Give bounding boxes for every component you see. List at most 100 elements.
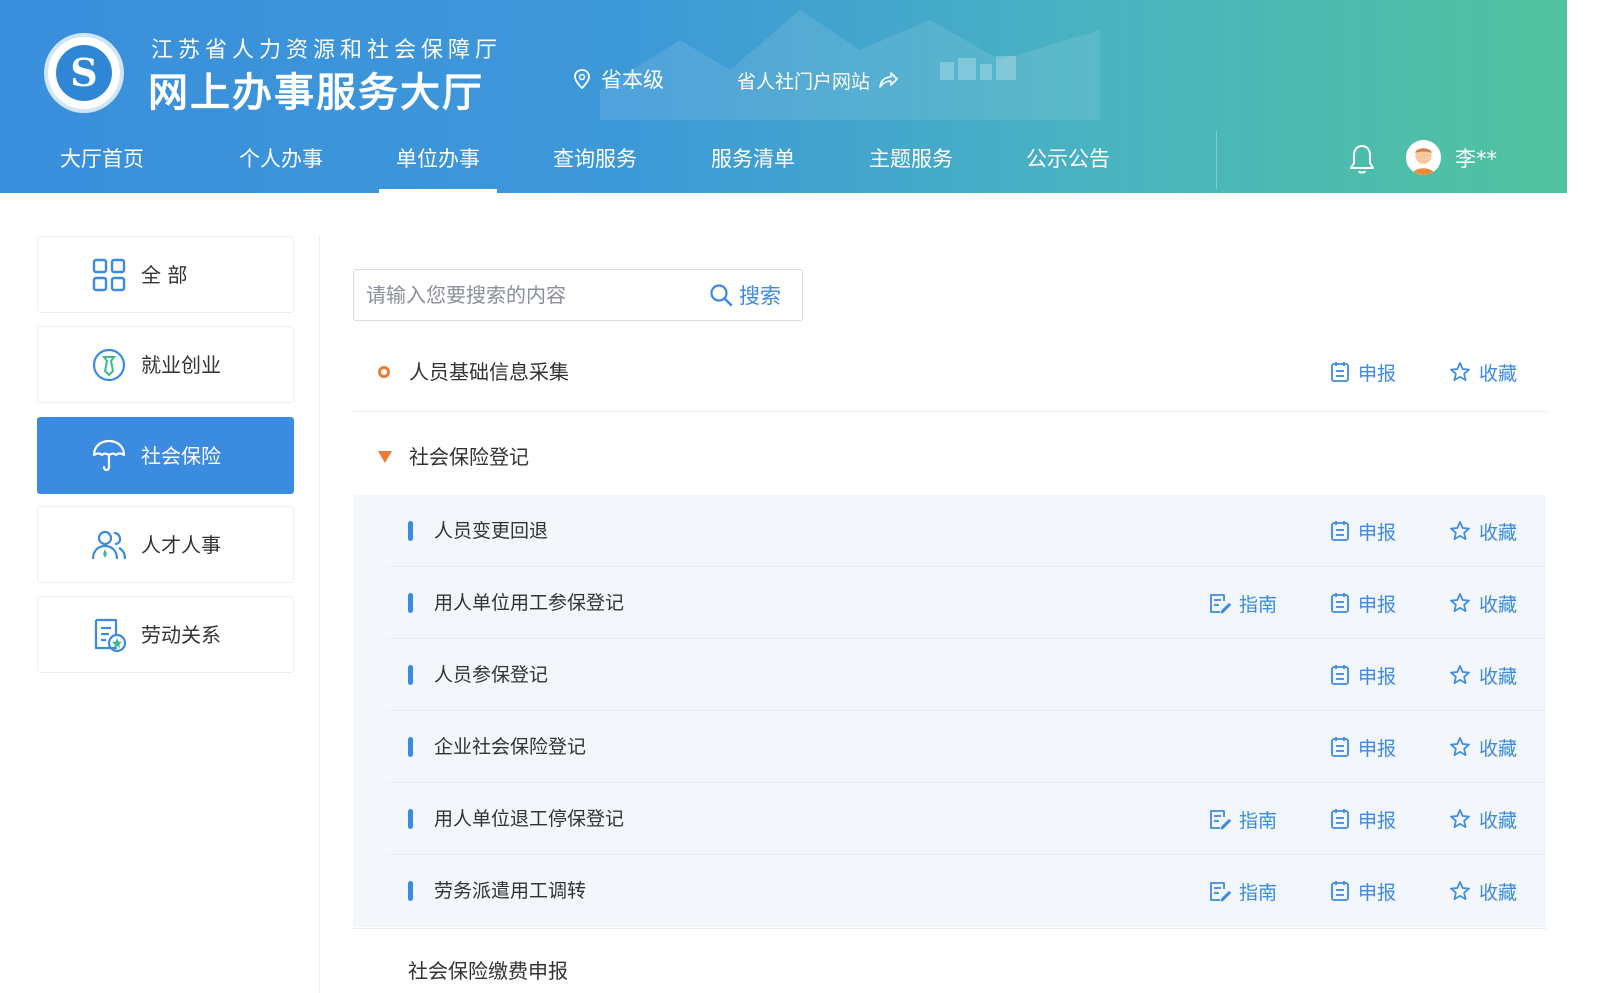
nav-divider: [1216, 131, 1217, 189]
portal-label: 省人社门户网站: [737, 70, 871, 93]
avatar[interactable]: [1406, 140, 1441, 175]
item-name[interactable]: 用人单位用工参保登记: [434, 567, 624, 639]
item-name[interactable]: 用人单位退工停保登记: [434, 783, 624, 855]
guide-button[interactable]: 指南: [1209, 567, 1277, 639]
table-row: 劳务派遣用工调转 指南 申报 收藏: [353, 855, 1546, 927]
search-icon: [710, 284, 733, 307]
apply-button[interactable]: 申报: [1330, 639, 1396, 711]
favorite-button[interactable]: 收藏: [1449, 567, 1517, 639]
umbrella-icon: [92, 439, 126, 472]
bullet-dot: [378, 366, 390, 378]
item-name[interactable]: 人员参保登记: [434, 639, 548, 711]
sidebar-item-all[interactable]: 全 部: [37, 236, 294, 313]
nav-theme[interactable]: 主题服务: [852, 127, 970, 193]
favorite-button[interactable]: 收藏: [1449, 336, 1517, 408]
list-item: 人员基础信息采集 申报 收藏: [353, 336, 1546, 412]
table-row: 用人单位退工停保登记 指南 申报 收藏: [353, 783, 1546, 855]
favorite-button[interactable]: 收藏: [1449, 639, 1517, 711]
star-icon: [1450, 362, 1470, 382]
guide-button[interactable]: 指南: [1209, 855, 1277, 927]
group-name: 社会保险登记: [409, 445, 529, 469]
bar-marker: [408, 809, 413, 829]
guide-button[interactable]: 指南: [1209, 783, 1277, 855]
search-button-label: 搜索: [739, 284, 781, 308]
bar-marker: [408, 737, 413, 757]
nav-query[interactable]: 查询服务: [536, 127, 654, 193]
search-box: 搜索: [353, 269, 803, 321]
nav-notice[interactable]: 公示公告: [1009, 127, 1127, 193]
share-arrow-icon: [879, 72, 898, 88]
location-pin-icon: [574, 69, 590, 89]
sidebar-item-label: 人才人事: [141, 533, 221, 557]
region-label: 省本级: [601, 68, 664, 92]
group-header[interactable]: 社会保险登记: [353, 421, 1546, 493]
form-icon: [1331, 521, 1349, 541]
form-icon: [1331, 362, 1349, 382]
bar-marker: [408, 521, 413, 541]
apply-button[interactable]: 申报: [1330, 567, 1396, 639]
apply-button[interactable]: 申报: [1330, 495, 1396, 567]
table-row: 用人单位用工参保登记 指南 申报 收藏: [353, 567, 1546, 639]
apply-button[interactable]: 申报: [1330, 711, 1396, 783]
form-icon: [1331, 593, 1349, 613]
item-name[interactable]: 劳务派遣用工调转: [434, 855, 586, 927]
people-icon: [91, 530, 127, 560]
search-button[interactable]: 搜索: [709, 270, 781, 320]
bar-marker: [408, 665, 413, 685]
sidebar-item-label: 劳动关系: [141, 623, 221, 647]
apply-button[interactable]: 申报: [1330, 783, 1396, 855]
sidebar-divider: [319, 236, 320, 993]
nav-service-list[interactable]: 服务清单: [694, 127, 812, 193]
form-icon: [1331, 665, 1349, 685]
table-row: 人员变更回退 申报 收藏: [353, 495, 1546, 567]
sidebar-item-talent[interactable]: 人才人事: [37, 506, 294, 583]
nav-hall-home[interactable]: 大厅首页: [43, 127, 161, 193]
favorite-button[interactable]: 收藏: [1449, 495, 1517, 567]
username[interactable]: 李**: [1455, 143, 1497, 173]
next-group-partial[interactable]: 社会保险缴费申报: [408, 955, 568, 984]
contract-icon: [94, 618, 127, 653]
region-selector[interactable]: 省本级: [573, 64, 664, 94]
sidebar-item-label: 社会保险: [141, 444, 221, 468]
guide-icon: [1210, 810, 1231, 830]
form-icon: [1331, 809, 1349, 829]
main-nav: 大厅首页 个人办事 单位办事 查询服务 服务清单 主题服务 公示公告: [0, 127, 1567, 193]
bell-icon[interactable]: [1349, 143, 1375, 175]
star-icon: [1450, 593, 1470, 613]
form-icon: [1331, 881, 1349, 901]
sidebar-item-employment[interactable]: 就业创业: [37, 326, 294, 403]
star-icon: [1450, 521, 1470, 541]
bar-marker: [408, 593, 413, 613]
form-icon: [1331, 737, 1349, 757]
logo: S: [44, 33, 124, 113]
star-icon: [1450, 809, 1470, 829]
nav-unit[interactable]: 单位办事: [379, 127, 497, 193]
sidebar-item-labor[interactable]: 劳动关系: [37, 596, 294, 673]
favorite-button[interactable]: 收藏: [1449, 855, 1517, 927]
table-row: 企业社会保险登记 申报 收藏: [353, 711, 1546, 783]
table-row: 人员参保登记 申报 收藏: [353, 639, 1546, 711]
guide-icon: [1210, 882, 1231, 902]
sidebar-item-social-insurance[interactable]: 社会保险: [37, 417, 294, 494]
divider: [353, 928, 1546, 929]
star-icon: [1450, 881, 1470, 901]
favorite-button[interactable]: 收藏: [1449, 711, 1517, 783]
apply-button[interactable]: 申报: [1330, 855, 1396, 927]
star-icon: [1450, 665, 1470, 685]
star-icon: [1450, 737, 1470, 757]
item-name[interactable]: 企业社会保险登记: [434, 711, 586, 783]
favorite-button[interactable]: 收藏: [1449, 783, 1517, 855]
portal-link[interactable]: 省人社门户网站: [737, 66, 898, 94]
hall-name: 网上办事服务大厅: [148, 70, 484, 116]
item-name[interactable]: 人员基础信息采集: [409, 336, 569, 408]
sidebar-item-label: 全 部: [141, 263, 188, 287]
item-name[interactable]: 人员变更回退: [434, 495, 548, 567]
bar-marker: [408, 881, 413, 901]
sidebar-item-label: 就业创业: [141, 353, 221, 377]
search-input[interactable]: [366, 270, 706, 320]
apply-button[interactable]: 申报: [1330, 336, 1396, 408]
nav-personal[interactable]: 个人办事: [222, 127, 340, 193]
mountains-decoration: [600, 10, 1100, 120]
guide-icon: [1210, 594, 1231, 614]
caret-down-icon: [378, 451, 392, 463]
